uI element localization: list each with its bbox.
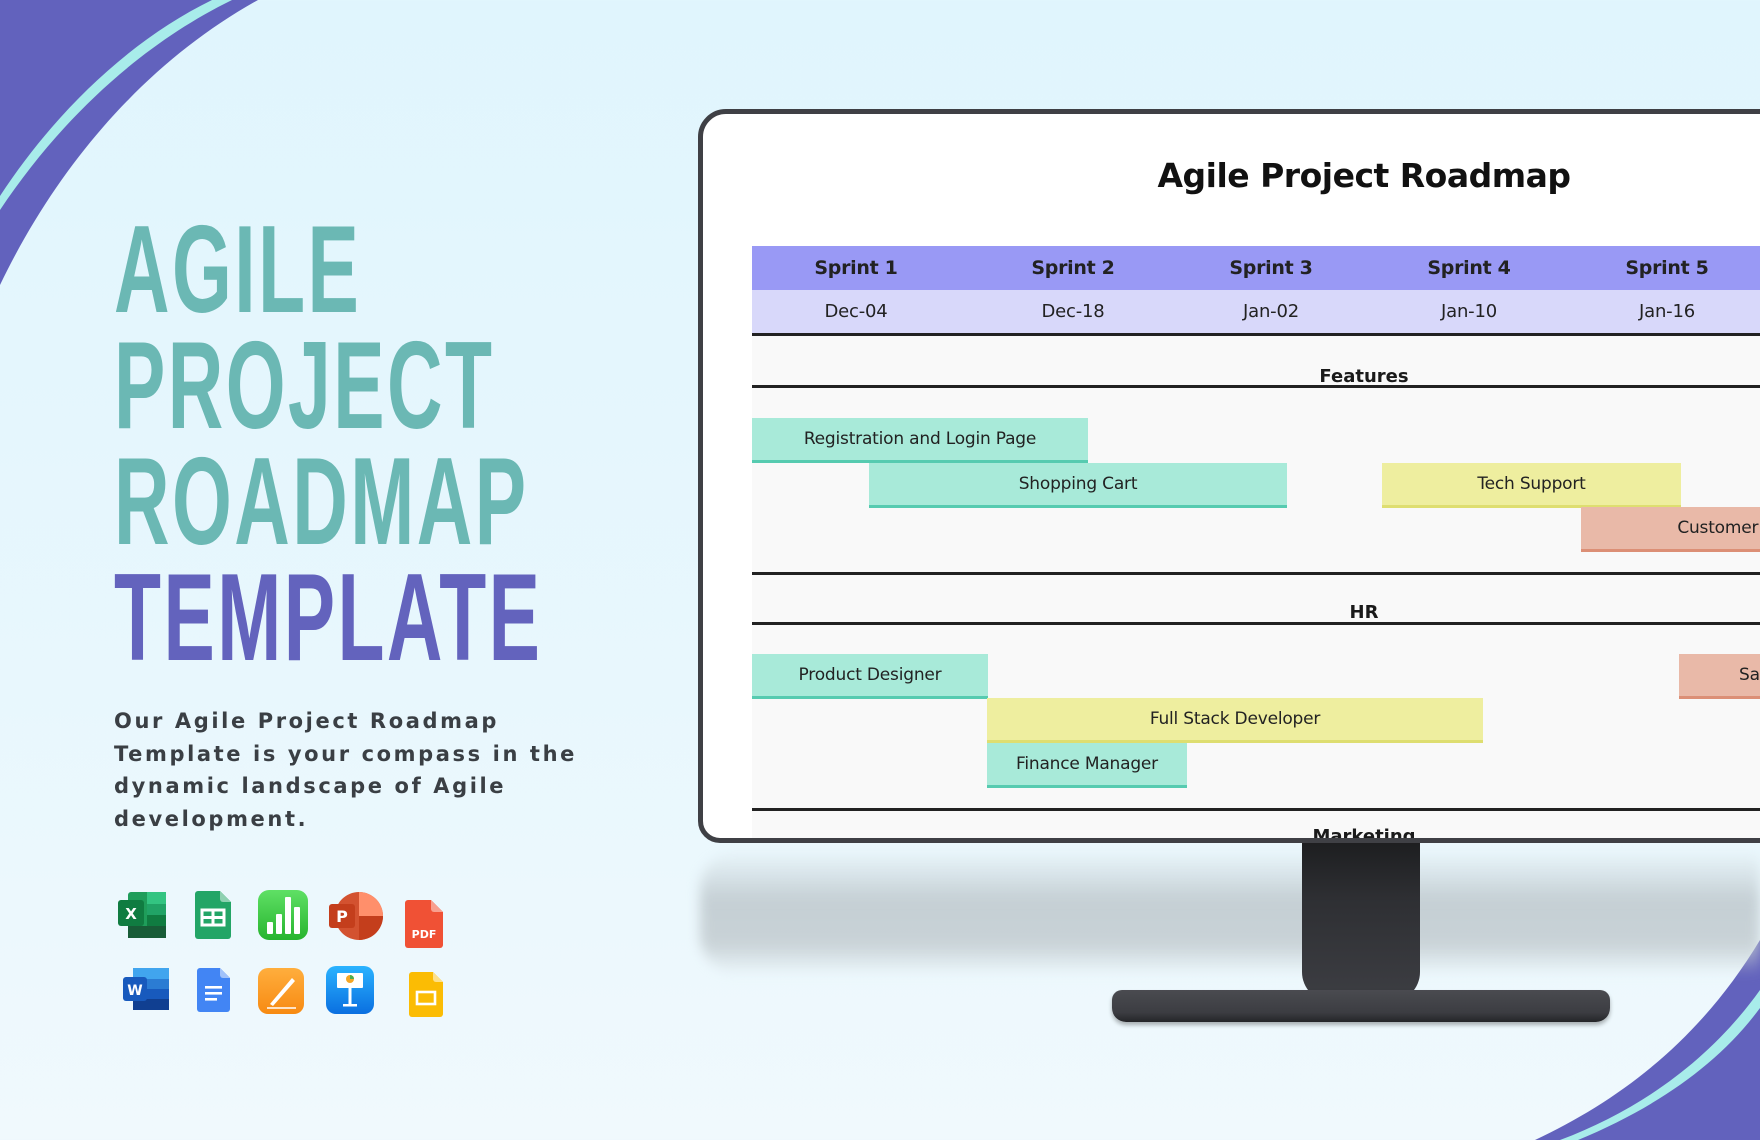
divider [752, 333, 1760, 336]
section-label-hr: HR [1349, 602, 1379, 623]
task-bar[interactable]: Registration and Login Page [752, 418, 1088, 463]
hero-description: Our Agile Project Roadmap Template is yo… [114, 709, 577, 831]
numbers-icon[interactable] [258, 890, 308, 940]
divider [752, 385, 1760, 388]
svg-text:P: P [336, 907, 348, 926]
section-label-features: Features [1319, 366, 1409, 387]
sprint-date-row: Dec-04 Dec-18 Jan-02 Jan-10 Jan-16 [752, 290, 1760, 334]
roadmap-title: Agile Project Roadmap [1157, 156, 1571, 195]
divider [752, 572, 1760, 575]
sprint-header-cell: Sprint 4 [1427, 257, 1511, 279]
task-bar[interactable]: Product Designer [752, 654, 988, 699]
keynote-icon[interactable] [326, 966, 374, 1014]
sprint-date-cell: Jan-16 [1639, 301, 1695, 322]
word-icon[interactable]: W [123, 968, 169, 1010]
sprint-header-row: Sprint 1 Sprint 2 Sprint 3 Sprint 4 Spri… [752, 246, 1760, 290]
task-bar[interactable]: Sa [1679, 654, 1760, 699]
pages-icon[interactable] [258, 968, 304, 1014]
top-left-stripe [0, 0, 232, 210]
task-bar[interactable]: Shopping Cart [869, 463, 1287, 508]
sprint-date-cell: Dec-18 [1041, 301, 1105, 322]
sprint-header-cell: Sprint 3 [1229, 257, 1313, 279]
pdf-icon[interactable]: PDF [405, 900, 443, 948]
monitor-stand-neck [1302, 842, 1420, 1002]
divider [752, 808, 1760, 811]
hero-title-line: AGILE [114, 201, 362, 339]
section-label-marketing: Marketing [1312, 826, 1416, 843]
hero-title-line: PROJECT [114, 317, 495, 455]
svg-text:X: X [125, 905, 137, 923]
sprint-date-cell: Dec-04 [824, 301, 888, 322]
svg-text:PDF: PDF [412, 928, 437, 941]
divider [752, 622, 1760, 625]
sprint-date-cell: Jan-02 [1243, 301, 1299, 322]
sprint-header-cell: Sprint 2 [1031, 257, 1115, 279]
excel-icon[interactable]: X [118, 892, 166, 938]
monitor-shadow [700, 850, 1760, 975]
svg-text:W: W [127, 983, 142, 999]
sprint-header-cell: Sprint 1 [814, 257, 898, 279]
powerpoint-icon[interactable]: P [329, 892, 383, 940]
roadmap-body [752, 334, 1760, 838]
google-docs-icon[interactable] [197, 968, 230, 1012]
monitor-stand-base [1112, 990, 1610, 1022]
hero-title-line: TEMPLATE [114, 549, 543, 687]
task-bar[interactable]: Tech Support [1382, 463, 1681, 508]
google-sheets-icon[interactable] [195, 891, 231, 939]
google-slides-icon[interactable] [409, 972, 443, 1017]
monitor-frame: Agile Project Roadmap Sprint 1 Sprint 2 … [698, 109, 1760, 843]
sprint-header-cell: Sprint 5 [1625, 257, 1709, 279]
task-bar[interactable]: Customer Su [1581, 507, 1760, 552]
hero-title-line: ROADMAP [114, 433, 529, 571]
task-bar[interactable]: Full Stack Developer [987, 698, 1483, 743]
task-bar[interactable]: Finance Manager [987, 743, 1187, 788]
monitor-screen: Agile Project Roadmap Sprint 1 Sprint 2 … [703, 114, 1760, 838]
sprint-date-cell: Jan-10 [1441, 301, 1497, 322]
